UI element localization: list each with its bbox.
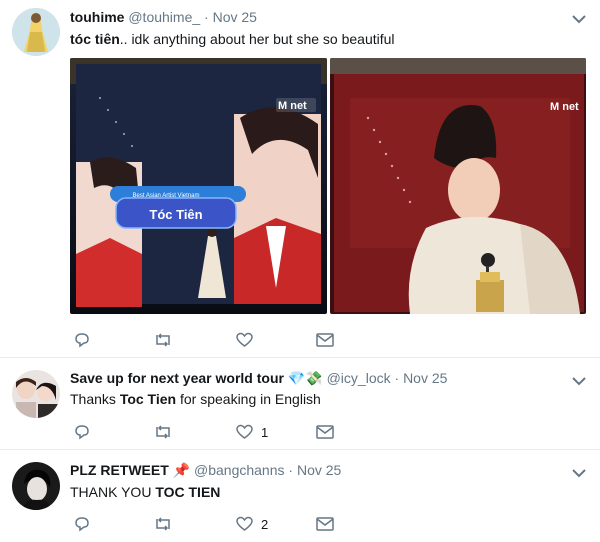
tweet-text: THANK YOU TOC TIEN xyxy=(70,484,220,500)
name-emoji: 💎💸 xyxy=(287,370,323,386)
tweet-actions: 2 xyxy=(70,514,370,534)
reply-icon xyxy=(75,425,89,440)
handle[interactable]: @bangchanns xyxy=(194,462,285,478)
dm-button[interactable] xyxy=(316,422,334,442)
reply-button[interactable] xyxy=(74,422,90,442)
display-name[interactable]: Save up for next year world tour xyxy=(70,370,284,386)
avatar-image xyxy=(12,462,60,510)
heart-icon xyxy=(236,332,253,347)
handle[interactable]: @icy_lock xyxy=(327,370,391,386)
retweet-icon xyxy=(156,425,170,439)
like-button[interactable]: 2 xyxy=(236,514,268,534)
tweet-photo-left[interactable]: Best Asian Artist Vietnam Tóc Tiên M net xyxy=(70,58,327,314)
reply-icon xyxy=(75,333,89,348)
dm-button[interactable] xyxy=(316,514,334,534)
avatar[interactable] xyxy=(12,370,60,418)
reply-button[interactable] xyxy=(74,514,90,534)
tweet-actions xyxy=(70,330,370,350)
tweet-text-rest: .. idk anything about her but she so bea… xyxy=(119,31,395,47)
timestamp[interactable]: Nov 25 xyxy=(297,462,341,478)
like-button[interactable]: 1 xyxy=(236,422,268,442)
tweet-text-bold[interactable]: TOC TIEN xyxy=(155,484,220,500)
display-name[interactable]: touhime xyxy=(70,9,124,25)
tweet-icy-lock[interactable]: Save up for next year world tour 💎💸 @icy… xyxy=(0,358,600,450)
dm-button[interactable] xyxy=(316,330,334,350)
tweet-bangchanns[interactable]: PLZ RETWEET 📌 @bangchanns · Nov 25 THANK… xyxy=(0,450,600,542)
heart-icon xyxy=(236,424,253,439)
mnet-logo-left: M net xyxy=(278,100,307,112)
separator: · xyxy=(204,9,209,25)
like-button[interactable] xyxy=(236,330,253,350)
reply-icon xyxy=(75,517,89,532)
tweet-photo-right[interactable]: M net xyxy=(330,58,586,314)
tweet-text-pre: Thanks xyxy=(70,391,120,407)
retweet-button[interactable] xyxy=(154,330,172,350)
tweet-text: tóc tiên.. idk anything about her but sh… xyxy=(70,31,395,47)
envelope-icon xyxy=(316,517,334,531)
separator: · xyxy=(288,462,294,478)
envelope-icon xyxy=(316,425,334,439)
name-emoji: 📌 xyxy=(172,462,191,478)
display-name[interactable]: PLZ RETWEET xyxy=(70,462,169,478)
tweet-text: Thanks Toc Tien for speaking in English xyxy=(70,391,321,407)
mnet-logo-right: M net xyxy=(550,101,579,113)
heart-icon xyxy=(236,516,253,531)
tweet-header: touhime @touhime_ · Nov 25 xyxy=(70,9,257,25)
avatar-image xyxy=(12,370,60,418)
chevron-down-icon[interactable] xyxy=(572,468,586,478)
tweet-actions: 1 xyxy=(70,422,370,442)
tweet-header: PLZ RETWEET 📌 @bangchanns · Nov 25 xyxy=(70,462,341,479)
photo-left-image: Best Asian Artist Vietnam Tóc Tiên M net xyxy=(70,58,327,314)
handle[interactable]: @touhime_ xyxy=(128,9,200,25)
separator: · xyxy=(394,370,400,386)
retweet-button[interactable] xyxy=(154,422,172,442)
tweet-touhime[interactable]: touhime @touhime_ · Nov 25 tóc tiên.. id… xyxy=(0,0,600,358)
chevron-down-icon[interactable] xyxy=(572,14,586,24)
tweet-header: Save up for next year world tour 💎💸 @icy… xyxy=(70,370,447,387)
photo-right-image: M net xyxy=(330,58,586,314)
timestamp[interactable]: Nov 25 xyxy=(213,9,257,25)
like-count: 2 xyxy=(261,516,269,532)
envelope-icon xyxy=(316,333,334,347)
avatar[interactable] xyxy=(12,462,60,510)
timestamp[interactable]: Nov 25 xyxy=(403,370,447,386)
award-name-banner: Tóc Tiên xyxy=(149,207,202,222)
retweet-icon xyxy=(156,517,170,531)
retweet-icon xyxy=(156,333,170,347)
reply-button[interactable] xyxy=(74,330,90,350)
tweet-text-post: for speaking in English xyxy=(176,391,321,407)
tweet-text-pre: THANK YOU xyxy=(70,484,156,500)
tweet-text-bold[interactable]: Toc Tien xyxy=(120,391,176,407)
award-category-label: Best Asian Artist Vietnam xyxy=(133,193,200,199)
avatar[interactable] xyxy=(12,8,60,56)
chevron-down-icon[interactable] xyxy=(572,376,586,386)
like-count: 1 xyxy=(261,424,269,440)
avatar-image xyxy=(12,8,60,56)
retweet-button[interactable] xyxy=(154,514,172,534)
tweet-text-bold[interactable]: tóc tiên xyxy=(70,31,120,47)
